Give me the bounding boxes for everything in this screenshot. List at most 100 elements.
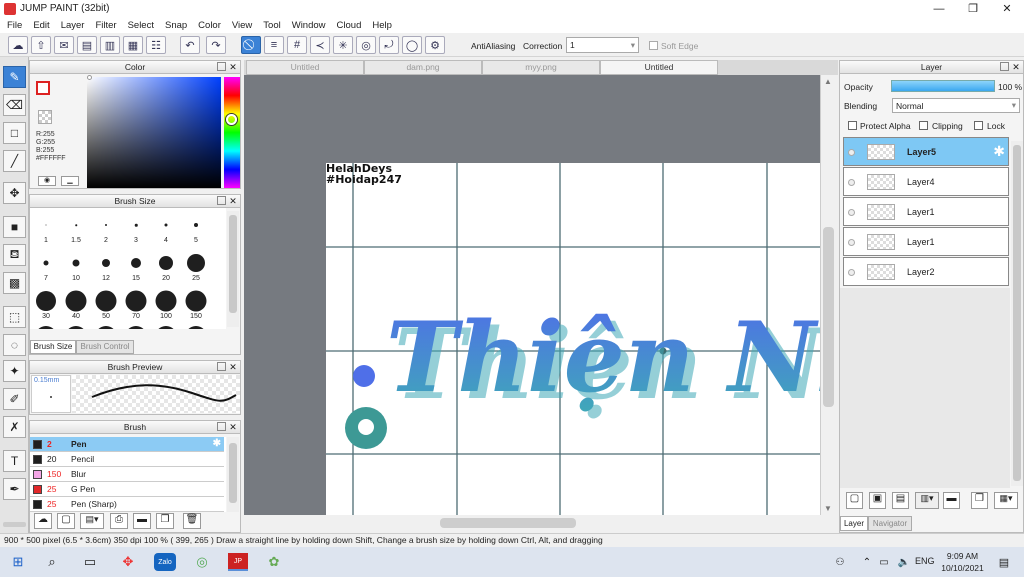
- layer-scrollbar[interactable]: [1011, 141, 1023, 486]
- brush-size-option[interactable]: 100: [151, 286, 181, 326]
- brush-settings-icon[interactable]: ⎙: [110, 513, 128, 529]
- line-tool-icon[interactable]: ╱: [3, 150, 26, 172]
- menu-select[interactable]: Select: [123, 20, 160, 31]
- brush-cloud-icon[interactable]: ☁: [34, 513, 52, 529]
- menu-cloud[interactable]: Cloud: [332, 20, 368, 31]
- brush-size-option[interactable]: 5: [181, 210, 211, 250]
- browser-icon[interactable]: ◎: [192, 553, 212, 571]
- eyedropper-tool-icon[interactable]: ✒: [3, 478, 26, 500]
- perspective-snap-icon[interactable]: ≺: [310, 36, 330, 54]
- clipping-checkbox[interactable]: [919, 121, 928, 130]
- text-tool-icon[interactable]: T: [3, 450, 26, 472]
- select-pen-tool-icon[interactable]: ✐: [3, 388, 26, 410]
- brush-size-option[interactable]: 70: [121, 286, 151, 326]
- fill-rect-tool-icon[interactable]: ■: [3, 216, 26, 238]
- message-icon[interactable]: ▤: [77, 36, 97, 54]
- brush-item-pencil[interactable]: 20 Pencil: [30, 452, 224, 467]
- picker-cursor[interactable]: [87, 75, 92, 80]
- jump-paint-taskbar-icon[interactable]: JP: [228, 553, 248, 571]
- brush-size-option[interactable]: 40: [61, 286, 91, 326]
- new-brush-icon[interactable]: ▢: [57, 513, 75, 529]
- radial-snap-icon[interactable]: ✳: [333, 36, 353, 54]
- grid-snap-icon[interactable]: #: [287, 36, 307, 54]
- people-icon[interactable]: ⚇: [830, 553, 850, 571]
- brush-size-option[interactable]: 15: [121, 248, 151, 288]
- visibility-icon[interactable]: [848, 269, 855, 276]
- visibility-icon[interactable]: [848, 209, 855, 216]
- duplicate-layer-icon[interactable]: ❐: [971, 492, 988, 509]
- color-mode-button[interactable]: ◉: [38, 176, 56, 186]
- snap-settings-icon[interactable]: ⚙: [425, 36, 445, 54]
- color-add-button[interactable]: ▁: [61, 176, 79, 186]
- shape-tool-icon[interactable]: □: [3, 122, 26, 144]
- foreground-color-swatch[interactable]: [36, 81, 50, 95]
- drawing-canvas[interactable]: Thiện Nhã Thiện Nhã HelahDeys #Hoidap247: [326, 163, 820, 515]
- lasso-tool-icon[interactable]: ◌: [3, 334, 26, 356]
- magic-wand-tool-icon[interactable]: ✦: [3, 360, 26, 382]
- list-icon[interactable]: ☷: [146, 36, 166, 54]
- menu-tool[interactable]: Tool: [258, 20, 286, 31]
- brush-size-scrollbar[interactable]: [227, 211, 239, 327]
- close-icon[interactable]: ✕: [1011, 62, 1021, 72]
- hue-slider-handle[interactable]: [226, 114, 237, 125]
- brush-menu-icon[interactable]: ▤▾: [80, 513, 104, 529]
- brush-size-option[interactable]: 1.5: [61, 210, 91, 250]
- tab-brush-size[interactable]: Brush Size: [30, 340, 76, 354]
- dock-icon[interactable]: [217, 362, 226, 371]
- close-icon[interactable]: ✕: [228, 196, 238, 206]
- visibility-icon[interactable]: [848, 239, 855, 246]
- opacity-slider[interactable]: [891, 80, 995, 92]
- trash-icon[interactable]: 🗑: [183, 513, 201, 529]
- close-icon[interactable]: ✕: [228, 422, 238, 432]
- layer-row-layer2[interactable]: Layer2: [843, 257, 1009, 286]
- blending-select[interactable]: Normal ▾: [892, 98, 1020, 113]
- scroll-down-icon[interactable]: ▼: [824, 504, 832, 513]
- cloud-icon[interactable]: ☁: [8, 36, 28, 54]
- document-icon[interactable]: ▥: [100, 36, 120, 54]
- layer-more-icon[interactable]: ▦▾: [994, 492, 1018, 509]
- soft-edge-checkbox[interactable]: [649, 41, 658, 50]
- select-rect-tool-icon[interactable]: ⬚: [3, 306, 26, 328]
- scroll-thumb[interactable]: [229, 443, 237, 503]
- task-view-icon[interactable]: ▭: [80, 553, 100, 571]
- brush-size-option[interactable]: 7: [31, 248, 61, 288]
- brush-size-option[interactable]: 1: [31, 210, 61, 250]
- redo-icon[interactable]: ↷: [206, 36, 226, 54]
- menu-file[interactable]: File: [2, 20, 28, 31]
- menu-color[interactable]: Color: [193, 20, 227, 31]
- visibility-icon[interactable]: [848, 179, 855, 186]
- dock-icon[interactable]: [217, 422, 226, 431]
- brush-size-option[interactable]: 12: [91, 248, 121, 288]
- tab-untitled-2[interactable]: Untitled: [600, 60, 718, 75]
- brush-list-scrollbar[interactable]: [227, 437, 239, 512]
- saturation-value-picker[interactable]: [87, 77, 221, 188]
- language-indicator[interactable]: ENG: [915, 556, 935, 566]
- visibility-icon[interactable]: [848, 149, 855, 156]
- tab-dam-png[interactable]: dam.png: [364, 60, 482, 75]
- brush-size-option[interactable]: 2: [91, 210, 121, 250]
- layer-row-layer1-b[interactable]: Layer1: [843, 227, 1009, 256]
- clock[interactable]: 9:09 AM 10/10/2021: [940, 550, 985, 574]
- folder-icon[interactable]: ▬: [133, 513, 151, 529]
- menu-filter[interactable]: Filter: [90, 20, 122, 31]
- layer-row-layer1-a[interactable]: Layer1: [843, 197, 1009, 226]
- brush-item-blur[interactable]: 150 Blur: [30, 467, 224, 482]
- scroll-thumb[interactable]: [1013, 145, 1021, 481]
- gear-icon[interactable]: ✱: [213, 437, 221, 451]
- tab-untitled-1[interactable]: Untitled: [246, 60, 364, 75]
- network-icon[interactable]: ▭: [874, 553, 894, 571]
- bucket-tool-icon[interactable]: ⛾: [3, 244, 26, 266]
- menu-window[interactable]: Window: [287, 20, 332, 31]
- paint-app-icon[interactable]: ✿: [264, 553, 284, 571]
- transparent-color-swatch[interactable]: [38, 110, 52, 124]
- close-icon[interactable]: ✕: [228, 62, 238, 72]
- close-icon[interactable]: ✕: [228, 362, 238, 372]
- new-color-layer-icon[interactable]: ▤: [892, 492, 909, 509]
- brush-size-option[interactable]: 4: [151, 210, 181, 250]
- horizontal-scrollbar[interactable]: [244, 515, 834, 530]
- scroll-thumb[interactable]: [823, 227, 834, 407]
- ellipse-snap-icon[interactable]: ◯: [402, 36, 422, 54]
- scroll-thumb[interactable]: [440, 518, 576, 528]
- eraser-tool-icon[interactable]: ⌫: [3, 94, 26, 116]
- page-icon[interactable]: ▦: [123, 36, 143, 54]
